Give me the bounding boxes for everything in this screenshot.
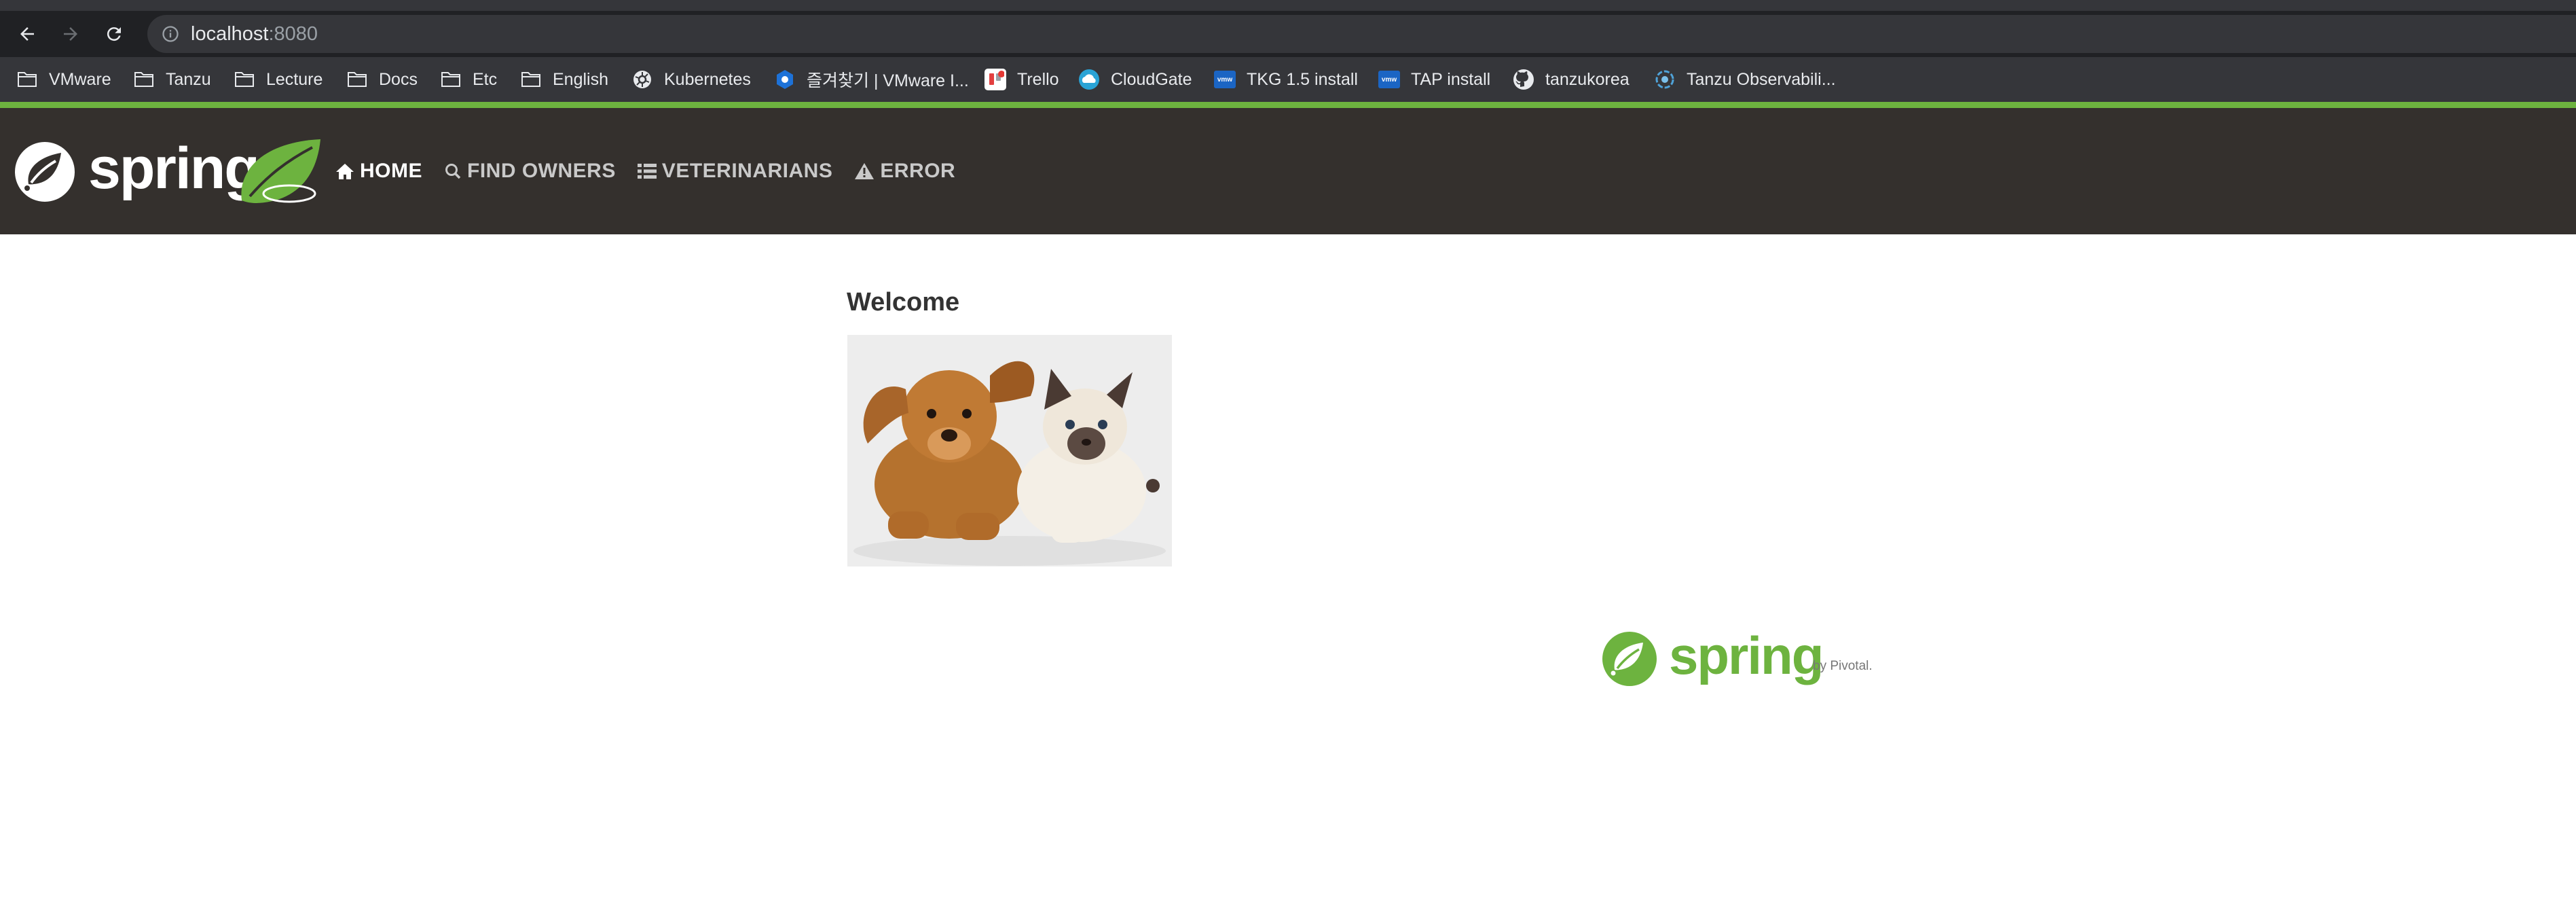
folder-icon (234, 69, 255, 90)
nav-home-label: HOME (360, 160, 422, 182)
bookmark-label: TAP install (1411, 69, 1491, 89)
bookmark-english[interactable]: English (520, 57, 608, 102)
trello-icon (985, 69, 1006, 90)
bookmark-label: TKG 1.5 install (1247, 69, 1358, 89)
petclinic-leaf-icon (241, 139, 320, 203)
bookmark-label: English (553, 69, 608, 89)
folder-icon (133, 69, 155, 90)
url-text: localhost:8080 (191, 23, 318, 45)
bookmark-label: CloudGate (1111, 69, 1192, 89)
bookmark-label: tanzukorea (1545, 69, 1630, 89)
navbar-accent-line (0, 102, 2576, 108)
bookmark-label: Tanzu (166, 69, 211, 89)
main-nav: HOME FIND OWNERS VETERINARIANS ERROR (335, 108, 977, 234)
folder-icon (16, 69, 38, 90)
bookmark-tap-install[interactable]: vmw TAP install (1378, 57, 1490, 102)
bookmark-label: Kubernetes (664, 69, 751, 89)
bookmark-label: Docs (379, 69, 418, 89)
github-icon (1513, 69, 1534, 90)
warning-icon (855, 163, 875, 179)
arrow-right-icon (64, 27, 77, 41)
cloudgate-icon (1078, 69, 1100, 90)
footer-by-pivotal: by Pivotal. (1813, 659, 1873, 673)
page-title: Welcome (847, 288, 960, 317)
url-port: :8080 (268, 23, 318, 45)
info-icon[interactable] (161, 24, 180, 43)
forward-button[interactable] (58, 22, 83, 46)
bookmark-trello[interactable]: Trello (985, 57, 1059, 102)
bookmark-kubernetes[interactable]: Kubernetes (631, 57, 751, 102)
footer-wordmark: spring (1669, 626, 1824, 685)
spring-brand-logo[interactable]: spring (12, 135, 325, 207)
list-icon (637, 164, 657, 179)
folder-icon (346, 69, 368, 90)
bookmark-label: Tanzu Observabili... (1687, 69, 1836, 89)
address-bar[interactable]: localhost:8080 (147, 15, 2576, 53)
bookmark-label: Etc (473, 69, 498, 89)
vmware-icon (774, 69, 796, 90)
bookmark-cloudgate[interactable]: CloudGate (1078, 57, 1192, 102)
folder-icon (440, 69, 462, 90)
search-icon (445, 164, 461, 179)
bookmark-docs[interactable]: Docs (346, 57, 418, 102)
nav-error-label: ERROR (880, 160, 956, 182)
bookmarks-bar: VMware Tanzu Lecture Docs Etc English Ku… (0, 57, 2576, 102)
nav-find-owners[interactable]: FIND OWNERS (444, 160, 616, 183)
vmw-icon: vmw (1378, 69, 1400, 90)
browser-tab-strip (0, 0, 2576, 11)
nav-error[interactable]: ERROR (854, 160, 955, 183)
home-icon (336, 164, 354, 179)
back-button[interactable] (15, 22, 39, 46)
nav-veterinarians[interactable]: VETERINARIANS (637, 160, 833, 183)
spring-by-pivotal-logo: spring by Pivotal. (1601, 626, 1873, 689)
bookmark-label: 즐겨찾기 | VMware I... (807, 71, 969, 90)
kubernetes-icon (631, 69, 653, 90)
reload-icon (107, 27, 121, 41)
spring-leaf-icon (1602, 632, 1657, 686)
reload-button[interactable] (102, 22, 126, 46)
bookmark-vmware-favorites[interactable]: 즐겨찾기 | VMware I... (774, 57, 969, 102)
observability-icon (1654, 69, 1676, 90)
nav-veterinarians-label: VETERINARIANS (661, 160, 833, 182)
bookmark-tkg-install[interactable]: vmw TKG 1.5 install (1214, 57, 1358, 102)
bookmark-etc[interactable]: Etc (440, 57, 497, 102)
arrow-left-icon (20, 27, 34, 41)
bookmark-label: Trello (1017, 69, 1059, 89)
bookmark-vmware[interactable]: VMware (16, 57, 111, 102)
folder-icon (520, 69, 542, 90)
vmw-icon: vmw (1214, 69, 1236, 90)
brand-wordmark: spring (88, 136, 260, 201)
navbar: spring HOME FIND OWNERS VETERINARIANS ER… (0, 108, 2576, 234)
bookmark-tanzu-observability[interactable]: Tanzu Observabili... (1654, 57, 1836, 102)
spring-leaf-icon (15, 142, 75, 202)
bookmark-tanzu[interactable]: Tanzu (133, 57, 211, 102)
bookmark-tanzukorea[interactable]: tanzukorea (1513, 57, 1630, 102)
pets-image (847, 335, 1172, 567)
url-host: localhost (191, 23, 269, 45)
bookmark-label: VMware (49, 69, 111, 89)
bookmark-lecture[interactable]: Lecture (234, 57, 323, 102)
nav-find-owners-label: FIND OWNERS (467, 160, 616, 182)
bookmark-label: Lecture (266, 69, 323, 89)
browser-toolbar: localhost:8080 (0, 11, 2576, 57)
nav-home[interactable]: HOME (335, 160, 422, 183)
